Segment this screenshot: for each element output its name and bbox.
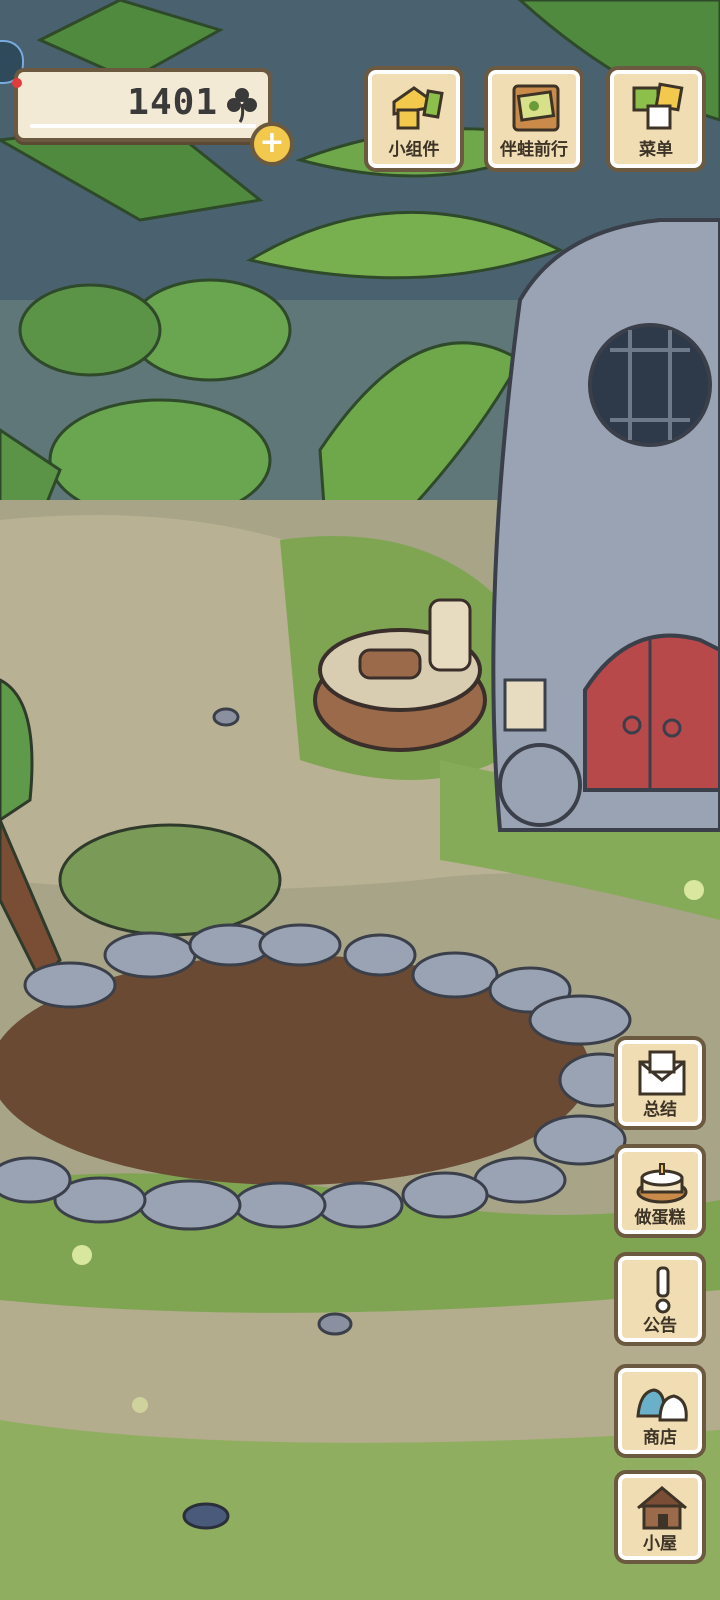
summary-button[interactable]: 总结 [614, 1036, 706, 1130]
shop-label: 商店 [643, 1428, 677, 1448]
notification-dot [12, 78, 22, 88]
travel-album-icon [512, 84, 560, 132]
widgets-button[interactable]: 小组件 [364, 66, 464, 172]
widgets-icon [392, 86, 444, 130]
shop-button[interactable]: 商店 [614, 1364, 706, 1458]
notice-button[interactable]: 公告 [614, 1252, 706, 1346]
letter-envelope-icon [638, 1050, 686, 1096]
make-cake-label: 做蛋糕 [634, 1208, 686, 1228]
widgets-label: 小组件 [388, 140, 440, 160]
shop-bags-icon [636, 1388, 688, 1422]
cake-icon [636, 1163, 688, 1204]
travel-with-frog-label: 伴蛙前行 [500, 140, 568, 160]
make-cake-button[interactable]: 做蛋糕 [614, 1144, 706, 1238]
exclamation-icon [655, 1266, 671, 1314]
menu-button[interactable]: 菜单 [606, 66, 706, 172]
house-icon [637, 1486, 687, 1530]
cabin-label: 小屋 [643, 1534, 677, 1554]
menu-cards-icon [632, 82, 684, 130]
travel-with-frog-button[interactable]: 伴蛙前行 [484, 66, 584, 172]
add-clover-button[interactable]: + [250, 122, 294, 166]
clover-icon [227, 88, 257, 123]
notice-label: 公告 [643, 1316, 677, 1336]
summary-label: 总结 [643, 1100, 677, 1120]
clover-counter: 1401 [14, 68, 272, 142]
counter-underline [30, 124, 256, 128]
clover-count: 1401 [127, 82, 218, 123]
menu-label: 菜单 [639, 140, 673, 160]
cabin-button[interactable]: 小屋 [614, 1470, 706, 1564]
